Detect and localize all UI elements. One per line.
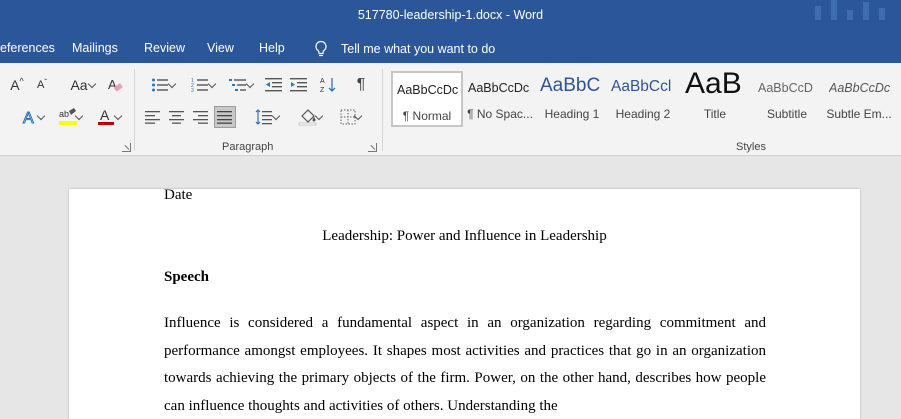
text-effects-button[interactable]: A bbox=[10, 107, 50, 127]
increase-indent-icon bbox=[290, 78, 307, 92]
style-heading-1[interactable]: AaBbC Heading 1 bbox=[536, 71, 608, 127]
sort-button[interactable]: AZ bbox=[318, 75, 340, 95]
sort-icon: AZ bbox=[320, 78, 336, 94]
document-title: Leadership: Power and Influence in Leade… bbox=[322, 228, 607, 244]
font-color-icon: A bbox=[98, 107, 114, 125]
group-separator bbox=[382, 69, 383, 151]
highlight-color-button[interactable]: ab bbox=[50, 107, 86, 127]
borders-button[interactable] bbox=[330, 107, 366, 127]
tell-me-text: Tell me what you want to do bbox=[341, 42, 496, 56]
multilevel-list-button[interactable] bbox=[221, 75, 255, 95]
decrease-indent-button[interactable] bbox=[263, 75, 285, 95]
section-heading: Speech bbox=[164, 269, 209, 285]
style-normal[interactable]: AaBbCcDc ¶ Normal bbox=[391, 71, 463, 127]
lightbulb-icon bbox=[315, 40, 327, 57]
svg-text:A: A bbox=[23, 110, 34, 126]
align-left-button[interactable] bbox=[142, 107, 164, 127]
svg-text:3: 3 bbox=[191, 88, 194, 93]
style-subtitle[interactable]: AaBbCcD Subtitle bbox=[751, 71, 823, 127]
bullets-button[interactable] bbox=[143, 75, 177, 95]
styles-group-label: Styles bbox=[736, 141, 766, 153]
document-page[interactable]: Date Leadership: Power and Influence in … bbox=[69, 187, 860, 419]
style-title[interactable]: AaB Title bbox=[679, 71, 751, 127]
align-left-icon bbox=[145, 111, 160, 124]
align-right-icon bbox=[193, 111, 208, 124]
title-bar-decoration bbox=[811, 0, 901, 34]
show-formatting-marks-button[interactable]: ¶ bbox=[350, 75, 372, 95]
decrease-indent-icon bbox=[265, 78, 282, 92]
multilevel-list-icon bbox=[229, 79, 246, 91]
align-center-icon bbox=[169, 111, 184, 124]
line-spacing-icon bbox=[255, 109, 272, 125]
tab-help[interactable]: Help bbox=[259, 41, 285, 55]
ribbon: A ^ Aˇ Aa A A ab A 1 2 3 A Z ¶ Paragraph… bbox=[0, 63, 901, 156]
increase-indent-button[interactable] bbox=[288, 75, 310, 95]
svg-text:ab: ab bbox=[59, 109, 69, 119]
pilcrow-icon: ¶ bbox=[356, 76, 366, 93]
title-bar: 517780-leadership-1.docx - Word bbox=[0, 0, 901, 34]
style-heading-2[interactable]: AaBbCcl Heading 2 bbox=[607, 71, 679, 127]
svg-text:A: A bbox=[100, 107, 110, 123]
group-separator bbox=[134, 69, 135, 151]
date-line: Date bbox=[164, 187, 193, 203]
grow-font-button[interactable]: A ^ bbox=[6, 75, 28, 95]
numbered-list-icon: 1 2 3 bbox=[191, 78, 208, 93]
ribbon-tabs: eferences Mailings Review View Help Tell… bbox=[0, 34, 901, 63]
style-no-spacing[interactable]: AaBbCcDc ¶ No Spac... bbox=[464, 71, 536, 127]
style-subtle-emphasis[interactable]: AaBbCcDc Subtle Em... bbox=[823, 71, 895, 127]
borders-icon bbox=[340, 109, 356, 125]
body-paragraph: Influence is considered a fundamental as… bbox=[164, 315, 766, 414]
tab-review[interactable]: Review bbox=[144, 41, 185, 55]
clear-formatting-button[interactable]: A bbox=[104, 75, 126, 95]
svg-text:Z: Z bbox=[320, 87, 325, 94]
tab-view[interactable]: View bbox=[207, 41, 234, 55]
clear-formatting-icon: A bbox=[108, 77, 123, 92]
shading-button[interactable] bbox=[290, 107, 326, 127]
align-right-button[interactable] bbox=[190, 107, 212, 127]
justify-button[interactable] bbox=[214, 106, 236, 128]
font-color-button[interactable]: A bbox=[88, 107, 124, 127]
paragraph-dialog-launcher[interactable] bbox=[368, 143, 377, 152]
line-spacing-button[interactable] bbox=[246, 107, 282, 127]
window-title: 517780-leadership-1.docx - Word bbox=[357, 8, 544, 22]
svg-text:A: A bbox=[320, 78, 325, 85]
bullet-list-icon bbox=[152, 78, 168, 92]
document-area[interactable]: Date Leadership: Power and Influence in … bbox=[0, 156, 901, 419]
tab-references[interactable]: eferences bbox=[0, 41, 55, 55]
tab-mailings[interactable]: Mailings bbox=[72, 41, 118, 55]
align-center-button[interactable] bbox=[166, 107, 188, 127]
justify-icon bbox=[217, 111, 232, 124]
tell-me-search[interactable]: Tell me what you want to do bbox=[313, 38, 495, 60]
font-dialog-launcher[interactable] bbox=[122, 143, 131, 152]
paragraph-group-label: Paragraph bbox=[222, 141, 274, 153]
shrink-font-button[interactable]: Aˇ bbox=[32, 75, 52, 95]
change-case-button[interactable]: Aa bbox=[60, 75, 98, 95]
numbering-button[interactable]: 1 2 3 bbox=[183, 75, 217, 95]
